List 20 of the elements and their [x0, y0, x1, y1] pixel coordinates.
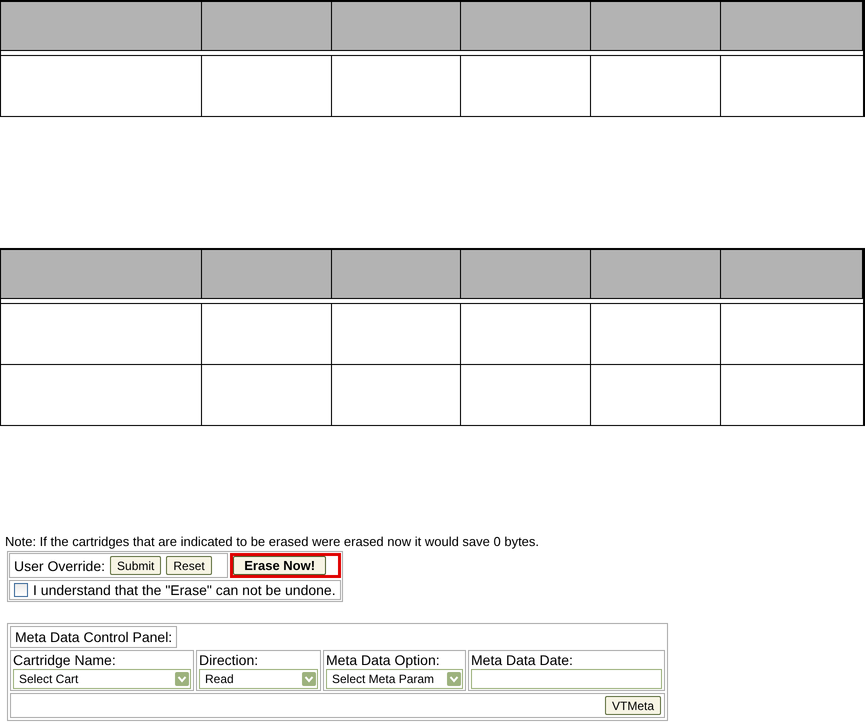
dropdown[interactable]: Read: [199, 669, 318, 689]
action-button[interactable]: Reset: [166, 556, 212, 575]
caret-icon: [175, 672, 189, 686]
dropdown[interactable]: Select Meta Param: [326, 669, 463, 689]
caret-icon: [302, 672, 316, 686]
override-label: User Override:: [14, 558, 106, 574]
note-text: Note: If the cartridges that are indicated to be erased were erased now it would save 0 bytes.: [4, 533, 540, 551]
field-label: Meta Data Date:: [471, 652, 574, 668]
action-button[interactable]: Submit: [110, 556, 162, 575]
field-label: Cartridge Name:: [13, 652, 117, 668]
checkbox[interactable]: [14, 583, 28, 597]
caret-icon: [447, 672, 461, 686]
field-label: Meta Data Option:: [326, 652, 441, 668]
input-field[interactable]: [471, 669, 662, 689]
dropdown[interactable]: Select Cart: [13, 669, 191, 689]
field-label: Direction:: [199, 652, 260, 668]
vtmeta-button[interactable]: VTMeta: [604, 696, 661, 715]
panel-title: Meta Data Control Panel:: [10, 626, 178, 648]
erase-button[interactable]: Erase Now!: [233, 556, 326, 575]
checkbox-label: I understand that the "Erase" can not be undone.: [33, 582, 336, 598]
